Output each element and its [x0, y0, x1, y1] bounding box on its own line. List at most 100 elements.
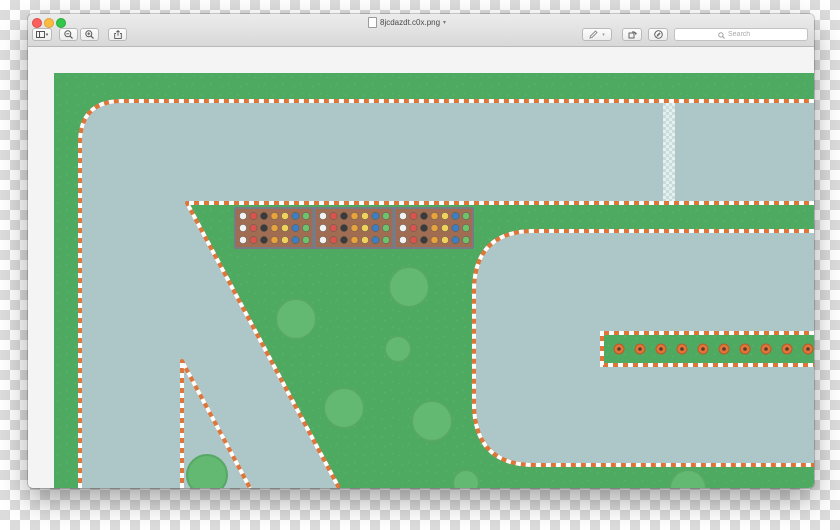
spectator: [382, 224, 390, 232]
spectator: [329, 236, 338, 244]
spectator: [409, 212, 418, 220]
rotate-button[interactable]: [622, 28, 642, 41]
spectator-stands: [234, 207, 474, 249]
spectator: [239, 224, 247, 232]
spectator: [371, 212, 380, 220]
bush: [388, 266, 430, 308]
zoom-out-icon: [64, 30, 73, 39]
spectator: [420, 236, 428, 244]
bush: [323, 387, 365, 429]
search-field[interactable]: [674, 28, 808, 41]
rotate-icon: [628, 30, 637, 39]
spectator: [249, 236, 258, 244]
magnifier-icon: [718, 26, 725, 44]
chevron-down-icon: ▾: [443, 19, 447, 26]
share-icon: [113, 30, 122, 39]
spectator: [409, 236, 418, 244]
spectator: [371, 224, 380, 232]
start-finish-line: [663, 101, 675, 203]
spectator: [462, 212, 470, 220]
spectator: [239, 236, 247, 244]
markup-circle-icon: [653, 30, 663, 39]
spectator: [430, 236, 439, 244]
spectator: [260, 236, 268, 244]
spectator: [441, 236, 449, 244]
markup-pen-button[interactable]: ▾: [582, 28, 612, 41]
tire-hub: [680, 347, 684, 351]
bush: [275, 298, 317, 340]
spectator: [382, 212, 390, 220]
image-viewer-canvas[interactable]: [28, 47, 814, 488]
tire-hub: [722, 347, 726, 351]
tire-hub: [743, 347, 747, 351]
zoom-window-button[interactable]: [56, 18, 66, 28]
bush: [384, 335, 412, 363]
png-file-icon: [368, 16, 377, 28]
zoom-in-button[interactable]: [80, 28, 99, 41]
tire-hub: [638, 347, 642, 351]
tire-hub: [785, 347, 789, 351]
bush: [411, 400, 453, 442]
race-track-map-image: [54, 73, 814, 488]
minimize-window-button[interactable]: [44, 18, 54, 28]
spectator: [441, 212, 449, 220]
spectator: [409, 224, 418, 232]
spectator: [319, 212, 327, 220]
spectator: [350, 224, 359, 232]
annotate-button[interactable]: [648, 28, 668, 41]
spectator: [302, 212, 310, 220]
spectator: [239, 212, 247, 220]
spectator: [291, 224, 300, 232]
spectator: [319, 236, 327, 244]
spectator: [462, 224, 470, 232]
spectator: [281, 236, 289, 244]
zoom-out-button[interactable]: [59, 28, 78, 41]
spectator: [329, 212, 338, 220]
spectator: [302, 236, 310, 244]
share-button[interactable]: [108, 28, 127, 41]
spectator: [270, 224, 279, 232]
close-window-button[interactable]: [32, 18, 42, 28]
spectator: [329, 224, 338, 232]
spectator: [451, 236, 460, 244]
spectator: [350, 212, 359, 220]
title-bar: 8jcdazdt.c0x.png ▾ ▾ ▾ Search: [28, 14, 814, 47]
spectator: [371, 236, 380, 244]
spectator: [361, 212, 369, 220]
search-input[interactable]: [728, 31, 764, 38]
spectator: [270, 236, 279, 244]
spectator: [420, 212, 428, 220]
spectator: [350, 236, 359, 244]
spectator: [260, 212, 268, 220]
spectator: [291, 212, 300, 220]
spectator: [281, 224, 289, 232]
spectator: [420, 224, 428, 232]
spectator: [430, 212, 439, 220]
spectator: [249, 212, 258, 220]
spectator: [441, 224, 449, 232]
pen-icon: [589, 30, 598, 39]
spectator: [382, 236, 390, 244]
spectator: [430, 224, 439, 232]
tire-hub: [806, 347, 810, 351]
spectator: [281, 212, 289, 220]
tire-hub: [701, 347, 705, 351]
spectator: [361, 224, 369, 232]
bush: [452, 469, 480, 488]
bush: [186, 454, 228, 488]
tire-hub: [764, 347, 768, 351]
window-title-group[interactable]: 8jcdazdt.c0x.png ▾: [368, 16, 446, 28]
spectator: [249, 224, 258, 232]
zoom-in-icon: [85, 30, 94, 39]
spectator: [399, 212, 407, 220]
spectator: [361, 236, 369, 244]
spectator: [291, 236, 300, 244]
spectator: [340, 236, 348, 244]
chevron-down-icon: ▾: [45, 31, 49, 38]
tire-hub: [659, 347, 663, 351]
preview-window: 8jcdazdt.c0x.png ▾ ▾ ▾ Search: [28, 14, 814, 488]
spectator: [462, 236, 470, 244]
sidebar-button[interactable]: ▾: [32, 28, 52, 41]
sidebar-icon: [35, 31, 45, 38]
spectator: [270, 212, 279, 220]
